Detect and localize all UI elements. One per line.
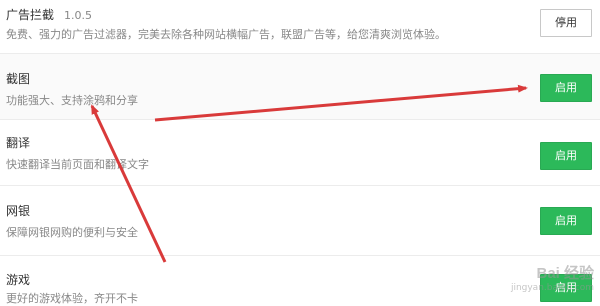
disable-button-adblock[interactable]: 停用 [540, 9, 592, 37]
extension-name: 截图 [6, 72, 31, 86]
extension-name: 广告拦截 [6, 8, 55, 22]
extension-name: 网银 [6, 204, 31, 218]
watermark-site: jingyan.baidu.com [510, 283, 594, 293]
watermark: Bai 经验 jingyan.baidu.com [511, 262, 594, 293]
enable-button-ebank[interactable]: 启用 [540, 207, 592, 235]
extension-row-ebank: 网银 保障网银网购的便利与安全 启用 [0, 186, 600, 256]
extension-version: 1.0.5 [64, 9, 93, 22]
extension-description: 免费、强力的广告过滤器，完美去除各种网站横幅广告，联盟广告等，给您清爽浏览体验。 [6, 28, 446, 41]
extension-description: 快速翻译当前页面和翻译文字 [6, 158, 149, 171]
enable-button-screenshot[interactable]: 启用 [540, 74, 592, 102]
extension-row-translate: 翻译 快速翻译当前页面和翻译文字 启用 [0, 120, 600, 186]
extension-row-screenshot: 截图 功能强大、支持涂鸦和分享 启用 [0, 54, 600, 120]
extension-description: 功能强大、支持涂鸦和分享 [6, 94, 138, 107]
watermark-logo: Bai 经验 [536, 265, 594, 282]
extension-description: 保障网银网购的便利与安全 [6, 226, 138, 239]
extension-name: 翻译 [6, 136, 31, 150]
extension-description: 更好的游戏体验，齐开不卡 [6, 292, 138, 305]
enable-button-translate[interactable]: 启用 [540, 142, 592, 170]
extension-name: 游戏 [6, 273, 31, 287]
extension-row-adblock: 广告拦截 1.0.5 免费、强力的广告过滤器，完美去除各种网站横幅广告，联盟广告等… [0, 0, 600, 54]
